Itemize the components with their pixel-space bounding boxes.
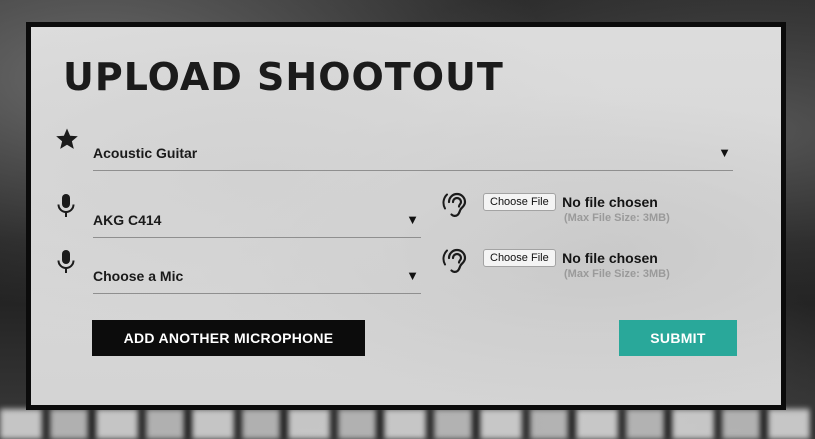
microphone-select-2[interactable]: Choose a Mic ▼ [93,258,421,294]
audio-file-upload-1: Choose File No file chosen (Max File Siz… [483,193,670,224]
ear-icon [442,191,468,217]
chevron-down-icon: ▼ [718,145,731,160]
chevron-down-icon: ▼ [406,212,419,227]
submit-button[interactable]: SUBMIT [619,320,737,356]
add-microphone-button[interactable]: ADD ANOTHER MICROPHONE [92,320,365,356]
file-status: No file chosen [562,250,658,266]
chevron-down-icon: ▼ [406,268,419,283]
microphone-icon [55,249,77,275]
upload-shootout-form: UPLOAD SHOOTOUT Acoustic Guitar ▼ AKG C4… [26,22,786,410]
instrument-select-value: Acoustic Guitar [93,145,198,161]
max-file-size-hint: (Max File Size: 3MB) [564,212,670,224]
ear-icon [442,247,468,273]
background-keyboard [0,409,815,439]
audio-file-upload-2: Choose File No file chosen (Max File Siz… [483,249,670,280]
microphone-select-1[interactable]: AKG C414 ▼ [93,202,421,238]
page-title: UPLOAD SHOOTOUT [63,55,504,99]
microphone-select-value: AKG C414 [93,212,162,228]
choose-file-button[interactable]: Choose File [483,249,556,267]
file-status: No file chosen [562,194,658,210]
star-icon [55,127,78,153]
microphone-select-value: Choose a Mic [93,268,184,284]
instrument-select[interactable]: Acoustic Guitar ▼ [93,135,733,171]
choose-file-button[interactable]: Choose File [483,193,556,211]
microphone-icon [55,193,77,219]
max-file-size-hint: (Max File Size: 3MB) [564,268,670,280]
